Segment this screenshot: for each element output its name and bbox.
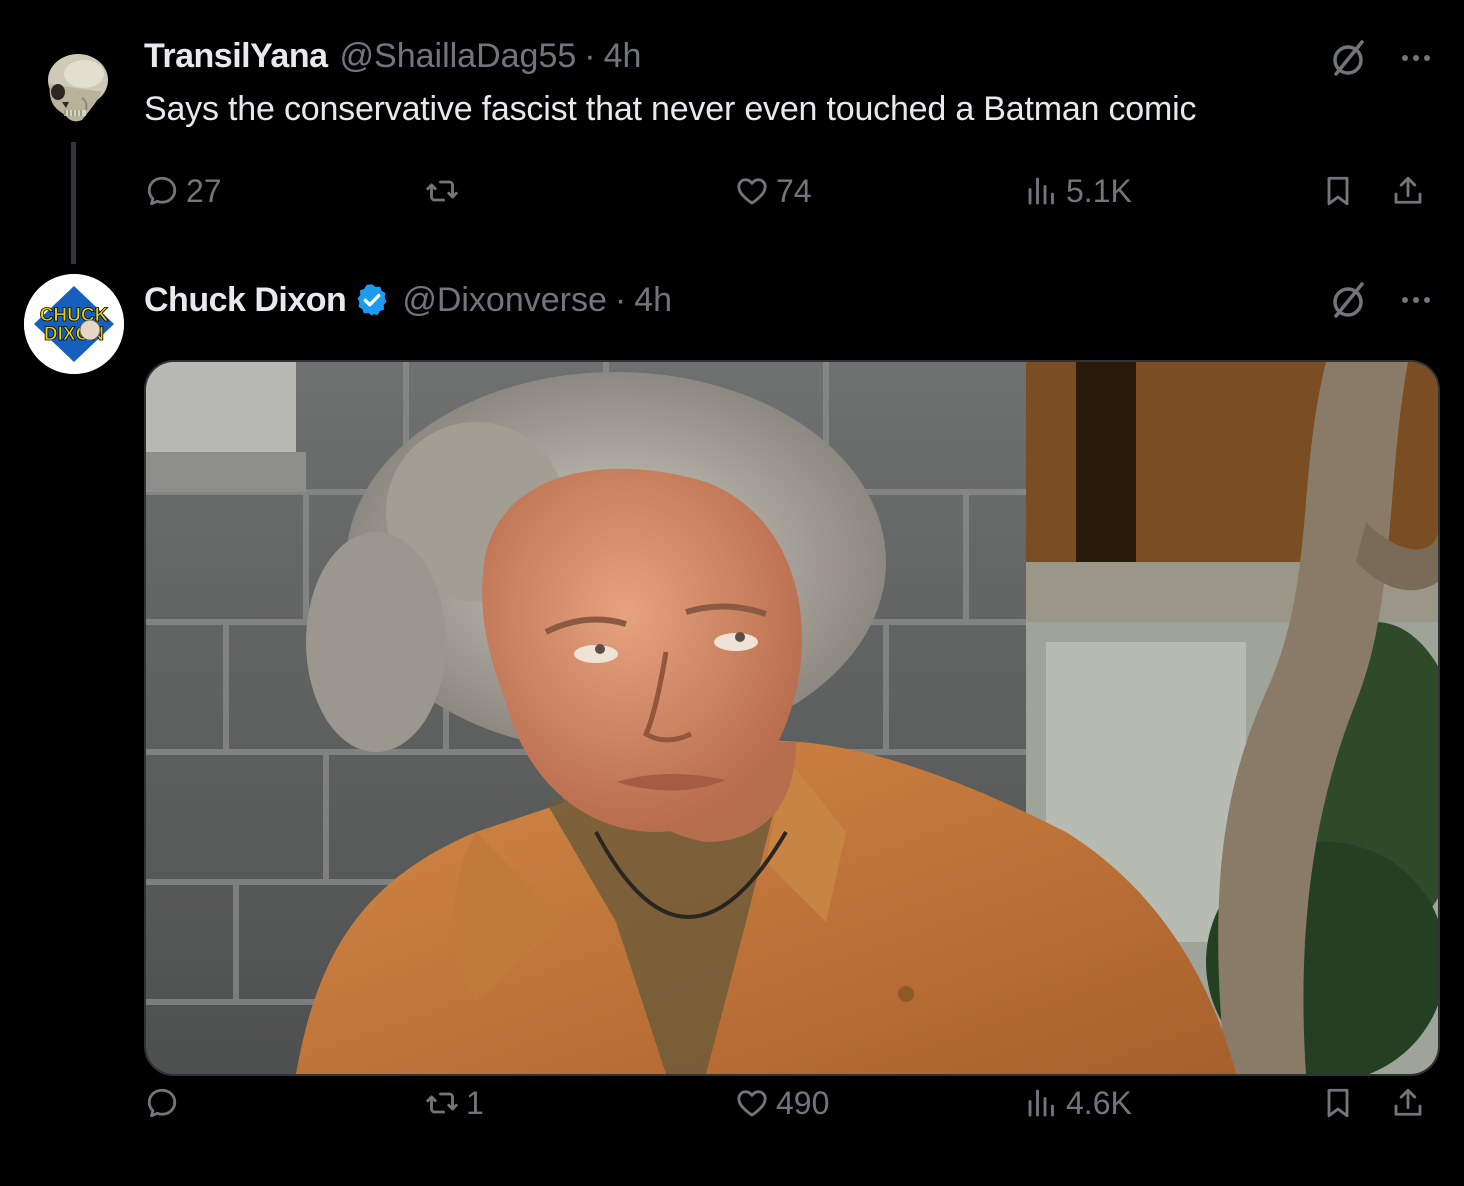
repost-icon [426, 1092, 458, 1114]
bookmark-icon [1327, 1088, 1349, 1118]
reply-count: 27 [186, 172, 222, 209]
like-count: 74 [776, 172, 812, 209]
tweet-media-image[interactable] [144, 360, 1440, 1076]
grok-icon[interactable] [1328, 38, 1368, 78]
share-icon [1394, 176, 1422, 204]
view-count: 5.1K [1066, 172, 1132, 209]
views-button[interactable]: 5.1K [1024, 166, 1132, 216]
views-button[interactable]: 4.6K [1024, 1078, 1132, 1128]
user-handle[interactable]: @Dixonverse [402, 281, 607, 320]
media-photo [146, 362, 1438, 1074]
reply-icon [147, 1088, 177, 1118]
avatar-skull[interactable] [24, 40, 124, 140]
reply-button[interactable] [144, 1078, 186, 1128]
chuck-dixon-logo-avatar-icon: CHUCK DIXON [24, 274, 124, 374]
user-handle[interactable]: @ShaillaDag55 [340, 37, 577, 76]
thread-connector-line [71, 142, 76, 264]
tweet-chuck-dixon[interactable]: CHUCK DIXON Chuck Dixon @Dixonverse · 4h [0, 270, 1464, 1186]
views-icon [1028, 1089, 1054, 1117]
timestamp[interactable]: 4h [604, 37, 642, 76]
separator-dot: · [584, 36, 596, 75]
share-button[interactable] [1390, 166, 1426, 216]
view-count: 4.6K [1066, 1084, 1132, 1121]
like-count: 490 [776, 1084, 830, 1121]
share-button[interactable] [1390, 1078, 1426, 1128]
grok-icon[interactable] [1328, 280, 1368, 320]
repost-button[interactable]: 1 [424, 1078, 484, 1128]
reply-icon [147, 176, 177, 206]
repost-button[interactable] [424, 166, 466, 216]
like-icon [737, 1090, 767, 1117]
more-icon[interactable] [1394, 280, 1438, 320]
share-icon [1394, 1088, 1422, 1116]
tweet-header: TransilYana @ShaillaDag55 · 4h [144, 36, 641, 76]
display-name[interactable]: Chuck Dixon [144, 281, 347, 320]
tweet-text: Says the conservative fascist that never… [144, 90, 1197, 128]
tweet-actions: 27 74 5.1K [144, 166, 1444, 216]
bookmark-icon [1327, 176, 1349, 206]
repost-count: 1 [466, 1084, 484, 1121]
more-icon[interactable] [1394, 38, 1438, 78]
tweet-transilyana[interactable]: TransilYana @ShaillaDag55 · 4h Says the … [0, 0, 1464, 270]
repost-icon [426, 180, 458, 202]
like-button[interactable]: 490 [734, 1078, 829, 1128]
avatar-logo-line1: CHUCK [40, 305, 109, 326]
like-icon [737, 178, 767, 205]
verified-badge-icon[interactable] [354, 282, 390, 318]
tweet-actions: 1 490 4.6K [144, 1078, 1444, 1128]
display-name[interactable]: TransilYana [144, 37, 328, 76]
separator-dot: · [614, 280, 627, 319]
skull-avatar-icon [24, 40, 124, 140]
like-button[interactable]: 74 [734, 166, 812, 216]
reply-button[interactable]: 27 [144, 166, 222, 216]
bookmark-button[interactable] [1320, 1078, 1356, 1128]
timestamp[interactable]: 4h [634, 281, 672, 320]
bookmark-button[interactable] [1320, 166, 1356, 216]
avatar-chuck-dixon[interactable]: CHUCK DIXON [24, 274, 124, 374]
views-icon [1028, 177, 1054, 205]
tweet-header: Chuck Dixon @Dixonverse · 4h [144, 280, 672, 320]
